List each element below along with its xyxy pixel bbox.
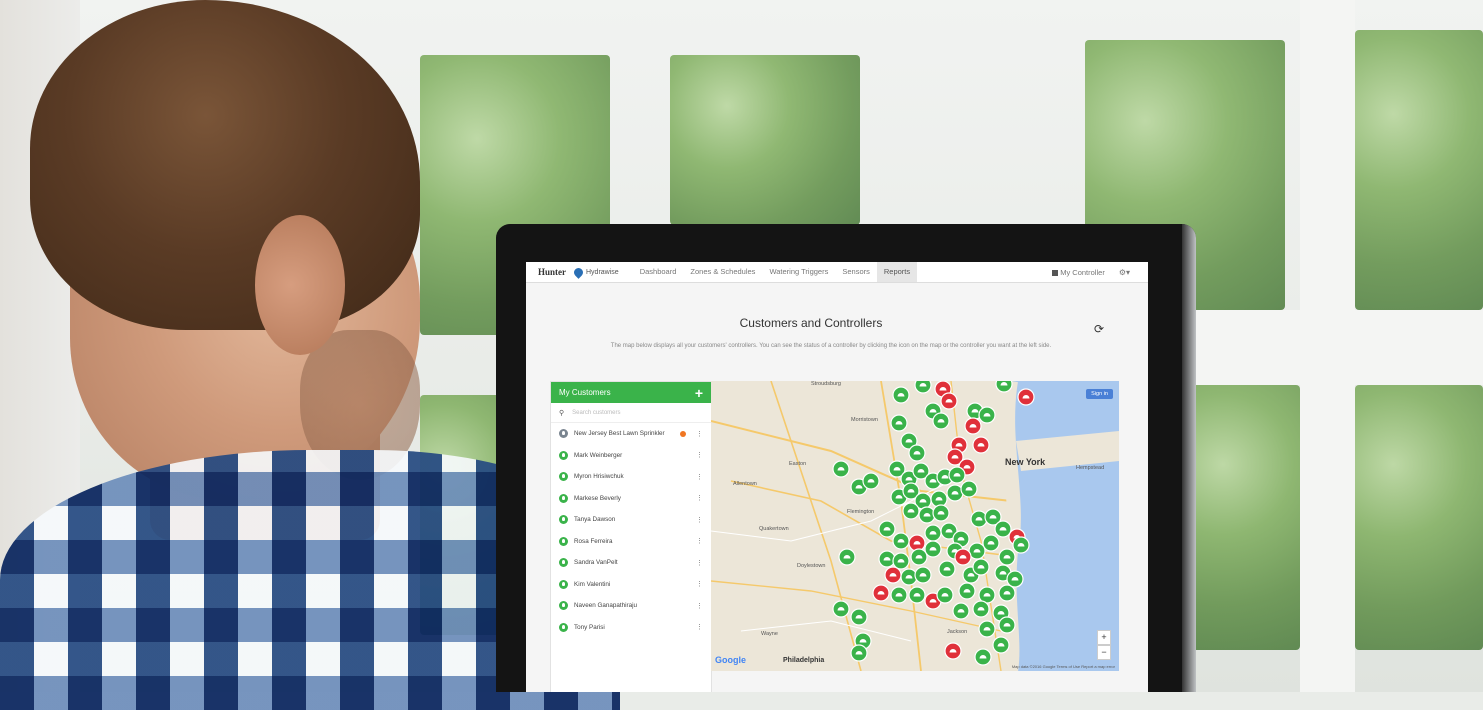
nav-watering-triggers[interactable]: Watering Triggers (762, 262, 835, 282)
window-pane (1190, 385, 1300, 650)
customer-row[interactable]: Tanya Dawson ⋮ (551, 509, 711, 531)
customer-avatar-icon (559, 450, 568, 460)
nav-dashboard[interactable]: Dashboard (633, 262, 684, 282)
search-icon: ⚲ (559, 409, 565, 417)
main-content: Customers and Controllers ⟳ The map belo… (526, 292, 1148, 692)
hunter-logo[interactable]: Hunter (538, 267, 566, 277)
customer-name: Sandra VanPelt (574, 559, 618, 567)
customer-name: New Jersey Best Lawn Sprinkler (574, 430, 665, 438)
customers-header: My Customers + (551, 382, 711, 403)
map-label-easton: Easton (789, 461, 807, 467)
map-label-quakertown: Quakertown (759, 526, 789, 532)
customer-menu-icon[interactable]: ⋮ (696, 537, 703, 545)
map-label-doylestown: Doylestown (797, 563, 826, 569)
map-sign-in-button[interactable]: Sign in (1086, 389, 1113, 399)
customer-name: Markese Beverly (574, 494, 621, 502)
window-pane (1355, 30, 1483, 310)
customer-row[interactable]: New Jersey Best Lawn Sprinkler ⋮ (551, 423, 711, 445)
customer-menu-icon[interactable]: ⋮ (696, 559, 703, 567)
page-description: The map below displays all your customer… (610, 343, 1052, 349)
hydrawise-logo[interactable]: Hydrawise (572, 265, 619, 279)
customer-menu-icon[interactable]: ⋮ (696, 580, 703, 588)
customer-name: Tony Parisi (574, 623, 605, 631)
customer-row[interactable]: Sandra VanPelt ⋮ (551, 552, 711, 574)
search-input[interactable]: Search customers (572, 410, 620, 416)
map-label-stroudsburg: Stroudsburg (811, 381, 841, 387)
customer-name: Kim Valentini (574, 580, 611, 588)
customer-avatar-icon (559, 622, 568, 632)
window-pane (670, 55, 860, 225)
controllers-map[interactable]: Stroudsburg Morristown Easton Allentown … (711, 381, 1119, 671)
nav-reports[interactable]: Reports (876, 262, 918, 282)
map-label-morristown: Morristown (851, 417, 878, 423)
customer-menu-icon[interactable]: ⋮ (696, 430, 703, 438)
customers-panel: My Customers + ⚲ Search customers New Je… (550, 381, 712, 692)
water-drop-icon (572, 265, 585, 279)
customer-avatar-icon (559, 493, 568, 503)
controller-ok-marker[interactable] (914, 381, 932, 394)
customer-avatar-icon (559, 429, 568, 439)
customer-row[interactable]: Markese Beverly ⋮ (551, 488, 711, 510)
customer-row[interactable]: Kim Valentini ⋮ (551, 574, 711, 596)
nav-zones-schedules[interactable]: Zones & Schedules (683, 262, 762, 282)
customer-row[interactable]: Rosa Ferreira ⋮ (551, 531, 711, 553)
grid-icon (1052, 269, 1059, 276)
map-label-new-york: New York (1005, 457, 1046, 467)
map-label-philadelphia: Philadelphia (783, 657, 825, 664)
customer-menu-icon[interactable]: ⋮ (696, 473, 703, 481)
customer-avatar-icon (559, 515, 568, 525)
monitor-edge (1182, 224, 1196, 692)
map-label-jackson: Jackson (947, 629, 968, 635)
map-label-allentown: Allentown (733, 481, 757, 487)
search-customers[interactable]: ⚲ Search customers (551, 403, 711, 423)
customer-list: New Jersey Best Lawn Sprinkler ⋮ Mark Wein… (551, 423, 711, 638)
customer-avatar-icon (559, 601, 568, 611)
customer-row[interactable]: Tony Parisi ⋮ (551, 617, 711, 639)
map-label-flemington: Flemington (847, 509, 875, 515)
hair (30, 0, 420, 330)
customer-row[interactable]: Mark Weinberger ⋮ (551, 445, 711, 467)
customer-menu-icon[interactable]: ⋮ (696, 494, 703, 502)
nav-sensors[interactable]: Sensors (835, 262, 877, 282)
customer-avatar-icon (559, 579, 568, 589)
customer-name: Naveen Ganapathiraju (574, 602, 638, 610)
customer-row[interactable]: Naveen Ganapathiraju ⋮ (551, 595, 711, 617)
customer-avatar-icon (559, 472, 568, 482)
customer-menu-icon[interactable]: ⋮ (696, 451, 703, 459)
map-attribution[interactable]: Map data ©2016 Google Terms of Use Repor… (1012, 664, 1115, 669)
map-label-hempstead: Hempstead (1076, 465, 1105, 471)
add-customer-icon[interactable]: + (695, 385, 703, 401)
customers-title: My Customers (559, 388, 611, 397)
page-title: Customers and Controllers (739, 316, 883, 330)
customer-name: Mark Weinberger (574, 451, 623, 459)
customer-row[interactable]: Myron Hrisiwchuk ⋮ (551, 466, 711, 488)
customer-menu-icon[interactable]: ⋮ (696, 516, 703, 524)
customer-name: Myron Hrisiwchuk (574, 473, 624, 481)
settings-gear-icon[interactable]: ⚙▾ (1119, 268, 1130, 277)
map-zoom-out-button[interactable]: − (1097, 645, 1111, 660)
alert-badge-icon (680, 430, 686, 437)
nav-right: My Controller ⚙▾ (1052, 268, 1148, 277)
refresh-icon[interactable]: ⟳ (1094, 322, 1104, 336)
my-controller-link[interactable]: My Controller (1052, 268, 1105, 277)
customer-menu-icon[interactable]: ⋮ (696, 623, 703, 631)
map-zoom-in-button[interactable]: + (1097, 630, 1111, 645)
customer-menu-icon[interactable]: ⋮ (696, 602, 703, 610)
top-navigation: Hunter Hydrawise Dashboard Zones & Sched… (526, 262, 1148, 283)
customer-avatar-icon (559, 536, 568, 546)
window-pane (1355, 385, 1483, 650)
customer-avatar-icon (559, 558, 568, 568)
map-label-wayne: Wayne (761, 631, 778, 637)
google-logo: Google (715, 655, 746, 665)
monitor-screen: Hunter Hydrawise Dashboard Zones & Sched… (526, 262, 1148, 692)
customer-name: Rosa Ferreira (574, 537, 613, 545)
customer-name: Tanya Dawson (574, 516, 616, 524)
ear (255, 215, 345, 355)
